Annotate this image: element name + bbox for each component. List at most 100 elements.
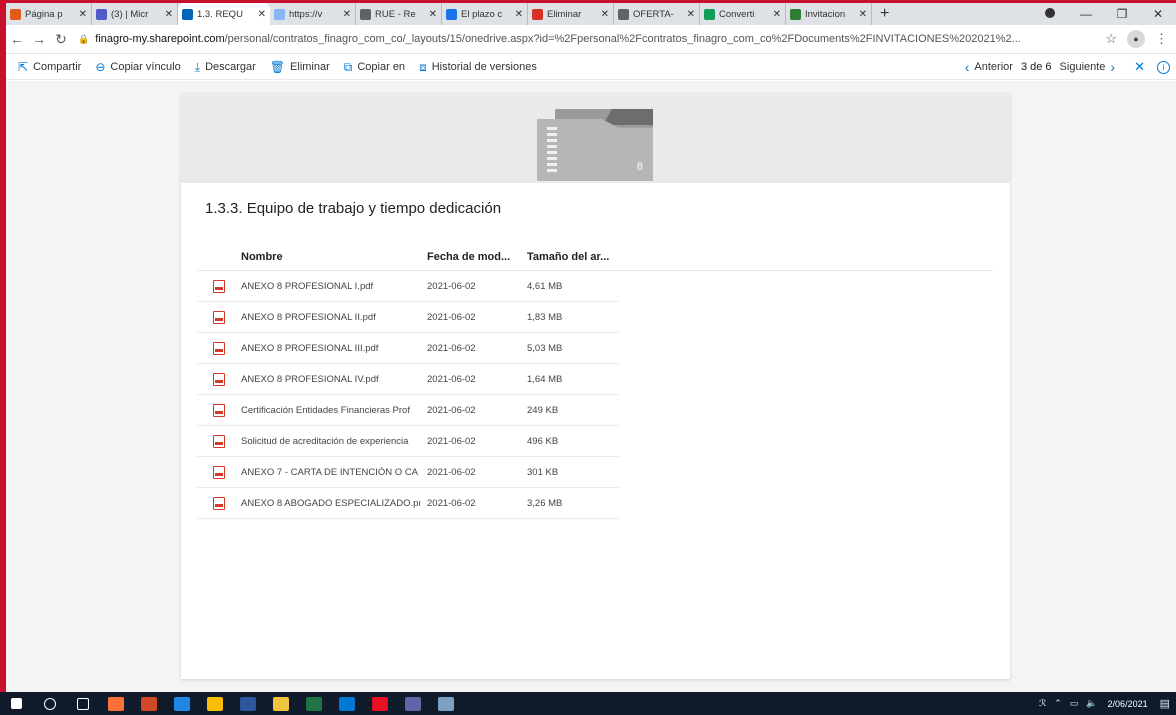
file-row[interactable]: Certificación Entidades Financieras Prof…: [197, 395, 619, 426]
tab-favicon-icon: [704, 8, 715, 20]
system-tray: ℛ ⌃ ▭ 🔈 2/06/2021 ▤: [1031, 697, 1176, 710]
folder-preview-card: 8 1.3.3. Equipo de trabajo y tiempo dedi…: [181, 93, 1010, 679]
file-row[interactable]: ANEXO 8 ABOGADO ESPECIALIZADO.pı 2021-06-…: [197, 488, 619, 519]
file-name[interactable]: ANEXO 8 PROFESIONAL IV.pdf: [241, 374, 427, 385]
browser-tab[interactable]: Página p ✕: [6, 3, 92, 25]
copy-to-label: Copiar en: [357, 61, 406, 73]
taskbar-chrome-icon[interactable]: [198, 692, 231, 715]
profile-dot-icon[interactable]: [1032, 7, 1068, 21]
tab-close-icon[interactable]: ✕: [79, 9, 87, 20]
file-row[interactable]: ANEXO 8 PROFESIONAL IV.pdf 2021-06-02 1,64…: [197, 364, 619, 395]
new-tab-button[interactable]: +: [872, 5, 897, 23]
share-button[interactable]: ⇱ Compartir: [18, 60, 81, 74]
restore-icon[interactable]: ❐: [1104, 7, 1140, 21]
tab-close-icon[interactable]: ✕: [773, 9, 781, 20]
taskbar-files-icon[interactable]: [264, 692, 297, 715]
people-icon[interactable]: ℛ: [1039, 698, 1046, 709]
previous-button[interactable]: ‹ Anterior: [960, 59, 1013, 75]
column-header-size[interactable]: Tamaño del ar...: [527, 251, 619, 263]
file-name[interactable]: ANEXO 8 PROFESIONAL I.pdf: [241, 281, 427, 292]
file-name[interactable]: Solicitud de acreditación de experiencia: [241, 436, 427, 447]
share-label: Compartir: [33, 61, 82, 73]
tab-label: Invitacion: [805, 8, 846, 20]
file-name[interactable]: ANEXO 8 PROFESIONAL II.pdf: [241, 312, 427, 323]
browser-tab[interactable]: Invitacion ✕: [786, 3, 872, 25]
file-row[interactable]: ANEXO 8 PROFESIONAL I.pdf 2021-06-02 4,61 …: [197, 271, 619, 302]
tab-favicon-icon: [96, 8, 107, 20]
tab-close-icon[interactable]: ✕: [601, 9, 609, 20]
taskbar-firefox-icon[interactable]: [99, 692, 132, 715]
taskbar-teams-icon[interactable]: [396, 692, 429, 715]
tab-close-icon[interactable]: ✕: [343, 9, 351, 20]
notifications-icon[interactable]: ▤: [1160, 697, 1170, 710]
file-size: 496 KB: [527, 435, 559, 447]
taskbar-acrobat-icon[interactable]: [363, 692, 396, 715]
taskbar-task-view-icon[interactable]: [66, 692, 99, 715]
bookmark-star-icon[interactable]: ☆: [1105, 31, 1117, 47]
tab-label: RUE - Re: [375, 8, 416, 20]
file-row[interactable]: Solicitud de acreditación de experiencia…: [197, 426, 619, 457]
tab-close-icon[interactable]: ✕: [165, 9, 173, 20]
file-name[interactable]: ANEXO 7 - CARTA DE INTENCIÓN O CA: [241, 467, 427, 478]
browser-tab[interactable]: Converti ✕: [700, 3, 786, 25]
minimize-icon[interactable]: —: [1068, 7, 1104, 21]
taskbar-search-icon[interactable]: [33, 692, 66, 715]
file-row[interactable]: ANEXO 8 PROFESIONAL II.pdf 2021-06-02 1,83…: [197, 302, 619, 333]
file-name[interactable]: ANEXO 8 ABOGADO ESPECIALIZADO.pı: [241, 498, 427, 509]
tab-close-icon[interactable]: ✕: [859, 9, 867, 20]
browser-tab[interactable]: (3) | Micr ✕: [92, 3, 178, 25]
clock-date: 2/06/2021: [1107, 698, 1148, 709]
file-name[interactable]: Certificación Entidades Financieras Prof: [241, 405, 427, 416]
file-row[interactable]: ANEXO 7 - CARTA DE INTENCIÓN O CA 2021-06…: [197, 457, 619, 488]
file-name[interactable]: ANEXO 8 PROFESIONAL III.pdf: [241, 343, 427, 354]
delete-button[interactable]: 🗑 Eliminar: [270, 60, 330, 74]
taskbar-excel-icon[interactable]: [297, 692, 330, 715]
browser-tab[interactable]: 1.3. REQU ✕: [178, 3, 270, 25]
browser-tab[interactable]: https://v ✕: [270, 3, 356, 25]
url-field[interactable]: 🔒 finagro-my.sharepoint.com /personal/co…: [78, 28, 1099, 50]
file-modified-date: 2021-06-02: [427, 497, 476, 509]
tray-chevron-up-icon[interactable]: ⌃: [1054, 698, 1062, 709]
clock[interactable]: 2/06/2021: [1108, 699, 1148, 709]
taskbar-start-icon[interactable]: [0, 692, 33, 715]
browser-tab[interactable]: OFERTA- ✕: [614, 3, 700, 25]
browser-menu-icon[interactable]: ⋮: [1155, 31, 1168, 47]
volume-icon[interactable]: 🔈: [1086, 698, 1097, 709]
browser-tab[interactable]: Eliminar ✕: [528, 3, 614, 25]
copy-link-button[interactable]: ⊖ Copiar vínculo: [95, 60, 180, 74]
network-icon[interactable]: ▭: [1070, 698, 1079, 709]
folder-item-count: 8: [636, 161, 643, 173]
file-size: 301 KB: [527, 466, 559, 478]
tab-close-icon[interactable]: ✕: [258, 9, 266, 20]
forward-icon[interactable]: →: [28, 31, 50, 47]
tab-close-icon[interactable]: ✕: [515, 9, 523, 20]
close-viewer-icon[interactable]: ✕: [1134, 59, 1145, 75]
taskbar-word-icon[interactable]: [231, 692, 264, 715]
file-size: 4,61 MB: [527, 280, 563, 292]
file-row[interactable]: ANEXO 8 PROFESIONAL III.pdf 2021-06-02 5,0…: [197, 333, 619, 364]
taskbar-edge-icon[interactable]: [165, 692, 198, 715]
profile-avatar-icon[interactable]: ●: [1127, 30, 1145, 48]
reload-icon[interactable]: ↻: [50, 31, 72, 48]
taskbar-outlook-icon[interactable]: [330, 692, 363, 715]
info-icon[interactable]: i: [1157, 60, 1170, 74]
tab-label: (3) | Micr: [111, 8, 149, 20]
tab-close-icon[interactable]: ✕: [687, 9, 695, 20]
browser-tab[interactable]: El plazo c ✕: [442, 3, 528, 25]
tab-favicon-icon: [790, 8, 801, 20]
version-history-button[interactable]: ⧈ Historial de versiones: [419, 60, 537, 75]
browser-tab[interactable]: RUE - Re ✕: [356, 3, 442, 25]
download-button[interactable]: ⤓ Descargar: [195, 60, 256, 75]
column-header-name[interactable]: Nombre: [241, 251, 427, 263]
taskbar-powerpoint-icon[interactable]: [132, 692, 165, 715]
folder-title: 1.3.3. Equipo de trabajo y tiempo dedica…: [205, 200, 502, 217]
column-header-modified[interactable]: Fecha de mod...: [427, 251, 527, 263]
tab-label: Eliminar: [547, 8, 582, 20]
next-button[interactable]: Siguiente ›: [1060, 59, 1121, 75]
tab-close-icon[interactable]: ✕: [429, 9, 437, 20]
copy-to-button[interactable]: ⧉ Copiar en: [344, 60, 405, 75]
back-icon[interactable]: ←: [6, 31, 28, 47]
tab-favicon-icon: [446, 8, 457, 20]
close-window-icon[interactable]: ✕: [1140, 7, 1176, 21]
taskbar-other-icon[interactable]: [429, 692, 462, 715]
